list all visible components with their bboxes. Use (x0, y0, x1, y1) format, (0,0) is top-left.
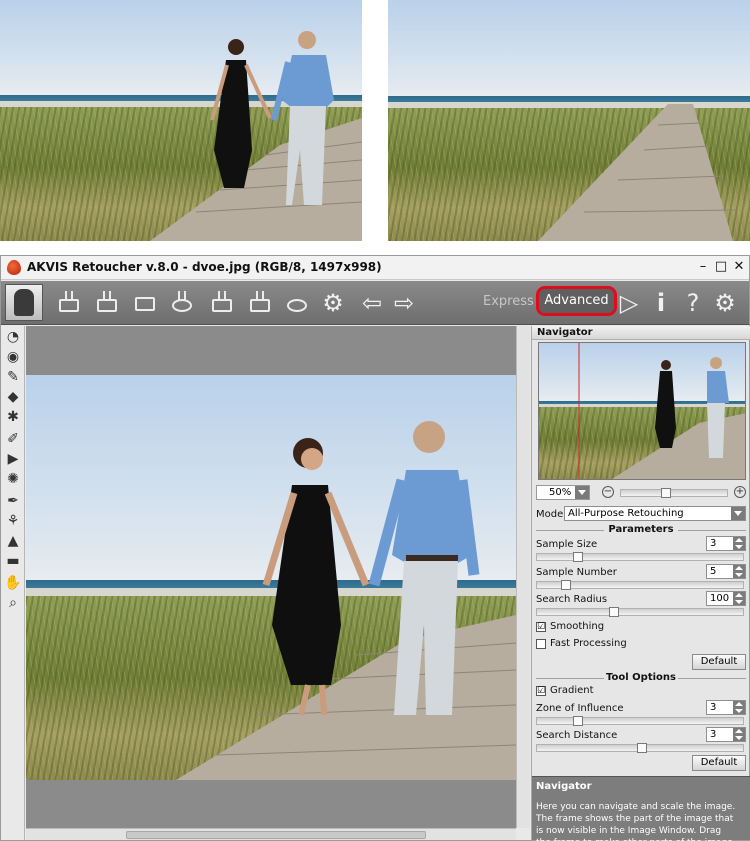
settings-gear-icon[interactable]: ⚙ (319, 289, 347, 317)
open-icon[interactable] (56, 291, 82, 315)
smoothing-label: Smoothing (550, 621, 605, 632)
spin-arrows-icon[interactable] (733, 592, 745, 605)
screenshot-root: AKVIS Retoucher v.8.0 - dvoe.jpg (RGB/8,… (0, 0, 750, 841)
zone-of-influence-slider[interactable] (536, 716, 744, 726)
spin-arrows-icon[interactable] (733, 537, 745, 550)
settings-panel: Navigator 50% − + Mode: All-Purpose Reto… (531, 326, 750, 841)
search-radius-label: Search Radius (536, 594, 608, 605)
help-icon[interactable]: ? (679, 289, 707, 317)
main-image-drawing (176, 421, 516, 780)
play-tool-icon[interactable]: ▶ (4, 450, 22, 468)
title-bar: AKVIS Retoucher v.8.0 - dvoe.jpg (RGB/8,… (1, 256, 749, 280)
minimize-button[interactable]: – (695, 259, 711, 275)
image-window[interactable] (26, 326, 516, 828)
zoom-tool-icon[interactable]: ⌕ (4, 594, 22, 612)
mode-select[interactable]: All-Purpose Retouching (564, 506, 746, 521)
brush-tool-icon[interactable]: ✐ (4, 430, 22, 448)
retoucher-window: AKVIS Retoucher v.8.0 - dvoe.jpg (RGB/8,… (0, 255, 750, 841)
main-image[interactable] (26, 375, 516, 780)
vertical-scrollbar[interactable] (516, 326, 530, 828)
info-icon[interactable]: i (647, 289, 675, 317)
zoom-controls: 50% − + (536, 485, 748, 501)
sample-number-slider[interactable] (536, 580, 744, 590)
batch-icon[interactable] (284, 291, 310, 315)
advanced-mode-button[interactable]: Advanced (536, 286, 617, 316)
close-button[interactable]: ✕ (731, 259, 747, 275)
save-icon[interactable] (94, 291, 120, 315)
after-photo (388, 0, 750, 241)
zone-of-influence-label: Zone of Influence (536, 703, 624, 714)
help-text: Here you can navigate and scale the imag… (536, 802, 736, 841)
zoom-slider[interactable] (620, 488, 728, 498)
express-mode-button[interactable]: Express (483, 294, 534, 309)
sample-size-label: Sample Size (536, 539, 598, 550)
horizontal-scrollbar[interactable] (26, 828, 516, 840)
sample-number-label: Sample Number (536, 567, 617, 578)
horizontal-scroll-thumb[interactable] (126, 831, 426, 839)
fast-processing-label: Fast Processing (550, 638, 627, 649)
chevron-down-icon[interactable] (731, 507, 745, 520)
hand-tool-icon[interactable]: ✋ (4, 574, 22, 592)
navigator-title: Navigator (537, 327, 593, 338)
zoom-out-button[interactable]: − (602, 486, 614, 498)
help-title: Navigator (536, 781, 592, 792)
erase-tool-icon[interactable]: ◉ (4, 348, 22, 366)
import-icon[interactable] (169, 291, 195, 315)
maximize-button[interactable]: □ (713, 259, 729, 275)
export-icon[interactable] (209, 291, 235, 315)
magic-tool-icon[interactable]: ✱ (4, 408, 22, 426)
fast-processing-checkbox[interactable] (536, 639, 546, 649)
window-title: AKVIS Retoucher v.8.0 - dvoe.jpg (RGB/8,… (27, 260, 382, 274)
spin-arrows-icon[interactable] (733, 701, 745, 714)
sample-size-slider[interactable] (536, 552, 744, 562)
spin-arrows-icon[interactable] (733, 728, 745, 741)
sample-size-field[interactable]: 3 (706, 536, 746, 551)
eraser-tool-icon[interactable]: ◆ (4, 388, 22, 406)
redo-icon[interactable]: ⇨ (390, 289, 418, 317)
tool-options-title: Tool Options (532, 672, 750, 683)
after-photo-drawing (538, 104, 737, 241)
clone-tool-icon[interactable]: ▬ (4, 552, 22, 570)
navigator-preview[interactable] (538, 342, 746, 480)
help-panel: Navigator Here you can navigate and scal… (532, 776, 750, 841)
navigator-thumbnail (539, 343, 745, 479)
pen-tool-icon[interactable]: ✒ (4, 492, 22, 510)
stamp-tool-icon[interactable]: ▲ (4, 532, 22, 550)
mode-label: Mode: (536, 509, 567, 520)
spin-arrows-icon[interactable] (733, 565, 745, 578)
patch-tool-icon[interactable]: ✺ (4, 470, 22, 488)
default-button[interactable]: Default (692, 654, 746, 670)
gradient-label: Gradient (550, 685, 594, 696)
healing-tool-icon[interactable]: ⚘ (4, 512, 22, 530)
before-photo-drawing (150, 31, 362, 241)
tools-panel: ◔ ◉ ✎ ◆ ✱ ✐ ▶ ✺ ✒ ⚘ ▲ ▬ ✋ ⌕ (1, 326, 25, 840)
chevron-down-icon[interactable] (575, 486, 589, 499)
smoothing-checkbox[interactable]: ☑ (536, 622, 546, 632)
print-icon[interactable] (132, 291, 158, 315)
gradient-checkbox[interactable]: ☑ (536, 686, 546, 696)
zone-of-influence-field[interactable]: 3 (706, 700, 746, 715)
retouch-tool-icon[interactable]: ◔ (4, 328, 22, 346)
search-distance-label: Search Distance (536, 730, 618, 741)
preferences-icon[interactable]: ⚙ (711, 289, 739, 317)
main-toolbar: ⚙ ⇦ ⇨ Express Advanced ▷ i ? ⚙ (1, 281, 749, 325)
zoom-select[interactable]: 50% (536, 485, 590, 500)
default-button-2[interactable]: Default (692, 755, 746, 771)
save-preset-icon[interactable] (247, 291, 273, 315)
before-photo (0, 0, 362, 241)
search-distance-slider[interactable] (536, 743, 744, 753)
run-icon[interactable]: ▷ (615, 289, 643, 317)
sample-number-field[interactable]: 5 (706, 564, 746, 579)
pencil-tool-icon[interactable]: ✎ (4, 368, 22, 386)
navigator-header: Navigator (532, 326, 750, 340)
search-radius-slider[interactable] (536, 607, 744, 617)
search-radius-field[interactable]: 100 (706, 591, 746, 606)
akvis-logo-icon (5, 284, 43, 321)
search-distance-field[interactable]: 3 (706, 727, 746, 742)
akvis-app-icon (7, 260, 21, 275)
undo-icon[interactable]: ⇦ (358, 289, 386, 317)
parameters-title: Parameters (532, 524, 750, 535)
zoom-in-button[interactable]: + (734, 486, 746, 498)
